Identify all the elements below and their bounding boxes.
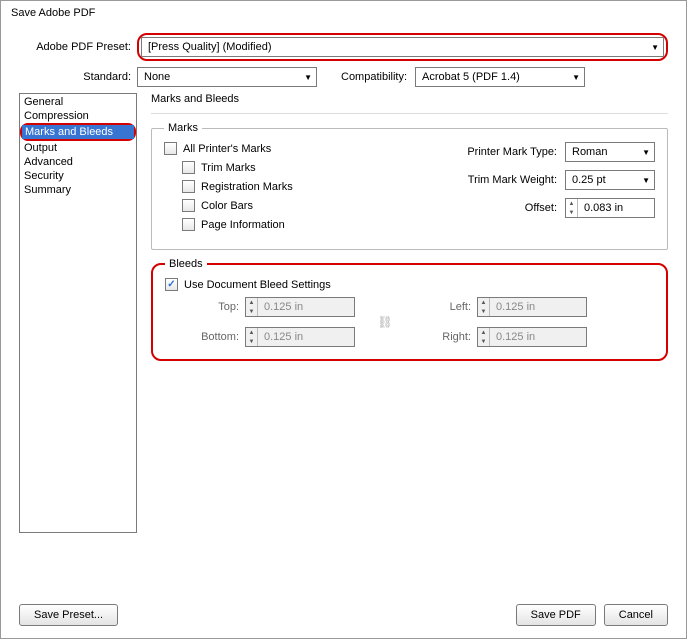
bleed-right-spinner: ▲▼ 0.125 in <box>477 327 587 347</box>
page-information-checkbox[interactable] <box>182 218 195 231</box>
standard-label: Standard: <box>19 71 137 83</box>
spinner-down-icon[interactable]: ▼ <box>566 208 577 217</box>
registration-marks-checkbox[interactable] <box>182 180 195 193</box>
color-bars-label: Color Bars <box>201 200 253 212</box>
offset-value: 0.083 in <box>578 202 629 214</box>
offset-label: Offset: <box>525 202 565 214</box>
sidebar-item-advanced[interactable]: Advanced <box>21 155 135 169</box>
preset-dropdown[interactable]: [Press Quality] (Modified) ▼ <box>141 37 664 57</box>
spinner-up-icon[interactable]: ▲ <box>566 199 577 208</box>
marks-group: Marks All Printer's Marks Trim Marks <box>151 122 668 250</box>
marks-legend: Marks <box>164 122 202 134</box>
trim-mark-weight-value: 0.25 pt <box>572 174 606 186</box>
standard-value: None <box>144 71 170 83</box>
compatibility-dropdown[interactable]: Acrobat 5 (PDF 1.4) ▼ <box>415 67 585 87</box>
offset-spinner[interactable]: ▲ ▼ 0.083 in <box>565 198 655 218</box>
save-adobe-pdf-dialog: Save Adobe PDF Adobe PDF Preset: [Press … <box>0 0 687 639</box>
standard-dropdown[interactable]: None ▼ <box>137 67 317 87</box>
divider <box>151 113 668 114</box>
all-printers-marks-checkbox[interactable] <box>164 142 177 155</box>
trim-mark-weight-dropdown[interactable]: 0.25 pt ▼ <box>565 170 655 190</box>
save-preset-button[interactable]: Save Preset... <box>19 604 118 626</box>
sidebar-item-marks-and-bleeds[interactable]: Marks and Bleeds <box>22 125 134 139</box>
printer-mark-type-label: Printer Mark Type: <box>467 146 565 158</box>
bleed-bottom-label: Bottom: <box>183 331 245 343</box>
bleed-right-value: 0.125 in <box>490 331 541 343</box>
compatibility-label: Compatibility: <box>317 71 415 83</box>
bleed-left-spinner: ▲▼ 0.125 in <box>477 297 587 317</box>
chevron-down-icon: ▼ <box>642 148 650 157</box>
bleed-top-value: 0.125 in <box>258 301 309 313</box>
use-document-bleed-checkbox[interactable] <box>165 278 178 291</box>
bleed-bottom-value: 0.125 in <box>258 331 309 343</box>
compatibility-value: Acrobat 5 (PDF 1.4) <box>422 71 520 83</box>
printer-mark-type-dropdown[interactable]: Roman ▼ <box>565 142 655 162</box>
page-information-label: Page Information <box>201 219 285 231</box>
chevron-down-icon: ▼ <box>642 176 650 185</box>
bleed-top-label: Top: <box>183 301 245 313</box>
bleed-left-label: Left: <box>415 301 477 313</box>
preset-highlight: [Press Quality] (Modified) ▼ <box>137 33 668 61</box>
bleeds-group: Bleeds Use Document Bleed Settings Top: … <box>151 258 668 361</box>
window-title: Save Adobe PDF <box>1 1 686 25</box>
panel-title: Marks and Bleeds <box>151 93 668 105</box>
bleed-left-value: 0.125 in <box>490 301 541 313</box>
printer-mark-type-value: Roman <box>572 146 607 158</box>
bleed-bottom-spinner: ▲▼ 0.125 in <box>245 327 355 347</box>
sidebar-item-output[interactable]: Output <box>21 141 135 155</box>
cancel-button[interactable]: Cancel <box>604 604 668 626</box>
color-bars-checkbox[interactable] <box>182 199 195 212</box>
registration-marks-label: Registration Marks <box>201 181 293 193</box>
bleed-top-spinner: ▲▼ 0.125 in <box>245 297 355 317</box>
trim-marks-label: Trim Marks <box>201 162 256 174</box>
chevron-down-icon: ▼ <box>572 73 580 82</box>
trim-mark-weight-label: Trim Mark Weight: <box>468 174 565 186</box>
all-printers-marks-label: All Printer's Marks <box>183 143 271 155</box>
chevron-down-icon: ▼ <box>304 73 312 82</box>
link-icon: ⛓ <box>355 315 415 329</box>
preset-label: Adobe PDF Preset: <box>19 41 137 53</box>
category-sidebar: General Compression Marks and Bleeds Out… <box>19 93 137 533</box>
sidebar-item-general[interactable]: General <box>21 95 135 109</box>
sidebar-selected-highlight: Marks and Bleeds <box>20 123 136 141</box>
use-document-bleed-label: Use Document Bleed Settings <box>184 279 331 291</box>
preset-value: [Press Quality] (Modified) <box>148 41 271 53</box>
bleed-right-label: Right: <box>415 331 477 343</box>
bleeds-legend: Bleeds <box>165 258 207 270</box>
sidebar-item-compression[interactable]: Compression <box>21 109 135 123</box>
chevron-down-icon: ▼ <box>651 43 659 52</box>
trim-marks-checkbox[interactable] <box>182 161 195 174</box>
sidebar-item-summary[interactable]: Summary <box>21 183 135 197</box>
sidebar-item-security[interactable]: Security <box>21 169 135 183</box>
save-pdf-button[interactable]: Save PDF <box>516 604 596 626</box>
